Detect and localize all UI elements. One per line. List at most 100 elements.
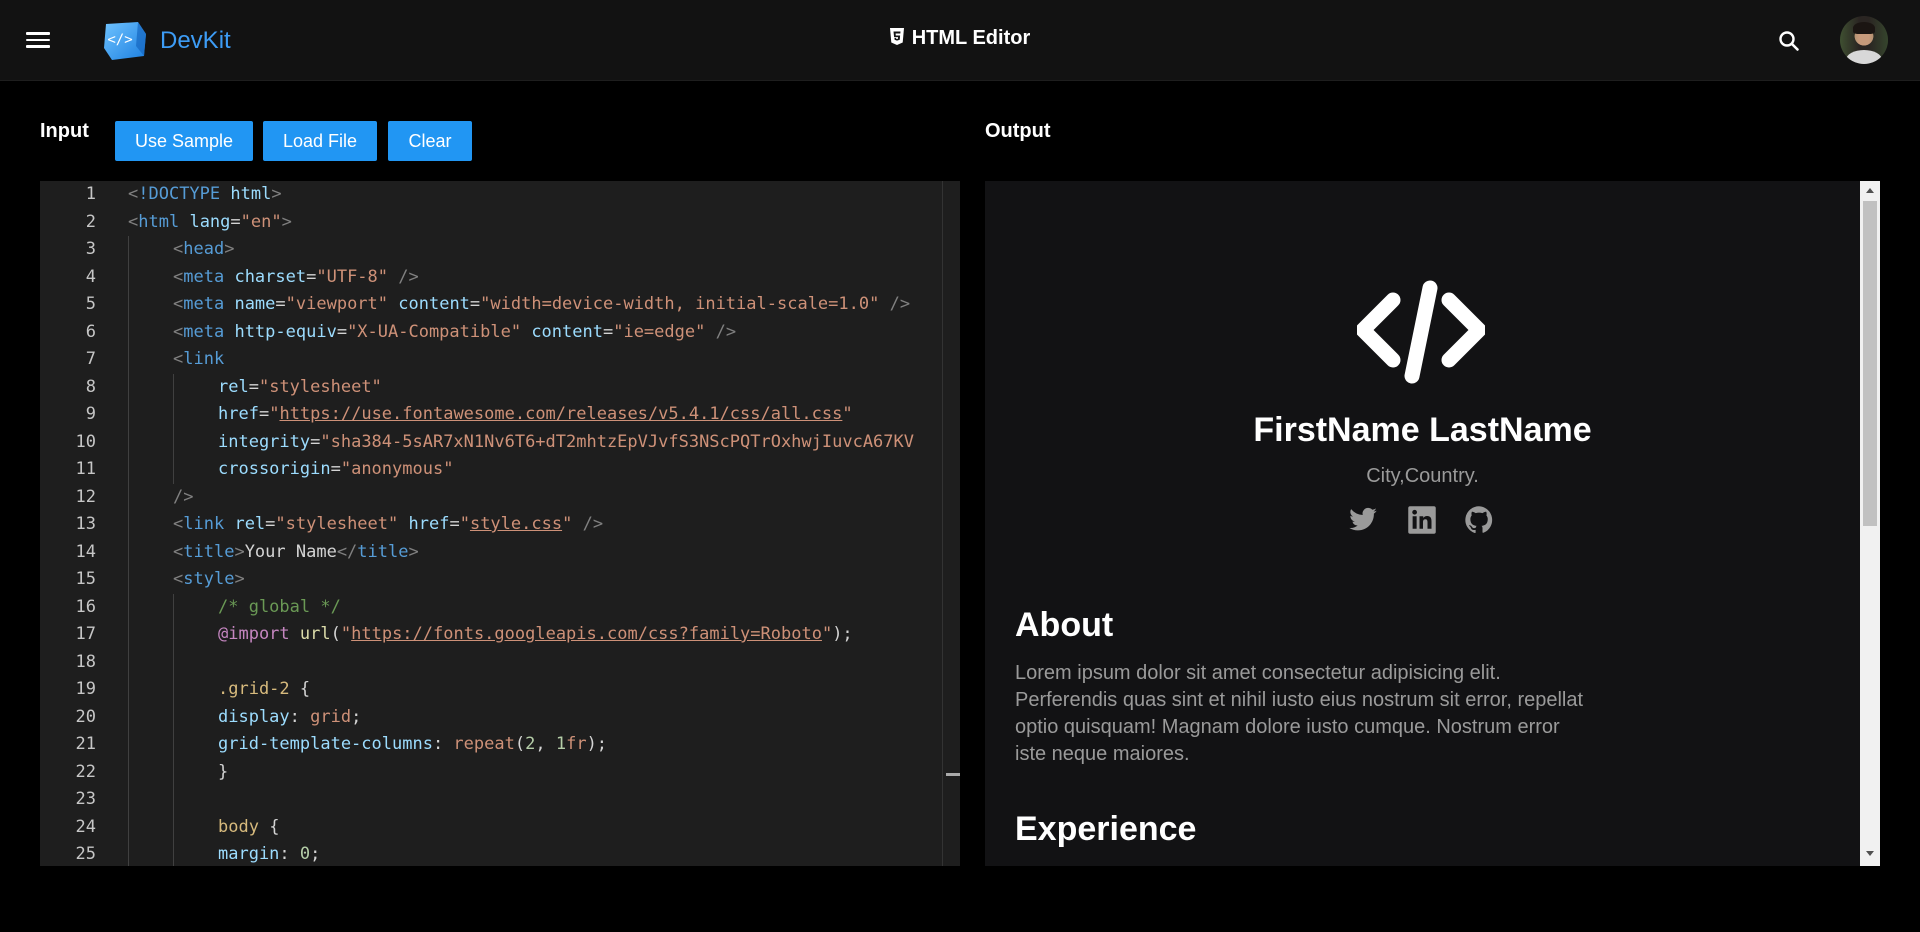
line-number: 5 xyxy=(85,294,96,314)
scroll-down-arrow-icon[interactable] xyxy=(1866,851,1874,856)
code-line[interactable]: 3 <head> xyxy=(40,236,960,264)
html5-icon xyxy=(889,28,904,45)
line-number: 19 xyxy=(75,679,96,699)
indent-guide xyxy=(128,511,129,539)
code-text: .grid-2 { xyxy=(218,679,311,699)
line-number: 22 xyxy=(75,761,96,782)
twitter-icon[interactable] xyxy=(1348,505,1378,535)
code-line[interactable]: 25 margin: 0; xyxy=(40,841,960,866)
line-number: 16 xyxy=(75,596,96,617)
code-text: <link rel="stylesheet" href="style.css" … xyxy=(173,514,604,534)
indent-guide xyxy=(128,758,129,786)
code-line[interactable]: 23 xyxy=(40,786,960,814)
code-text: body { xyxy=(218,816,280,837)
code-line[interactable]: 20 display: grid; xyxy=(40,703,960,731)
code-text: /> xyxy=(173,486,194,507)
code-line[interactable]: 4 <meta charset="UTF-8" /> xyxy=(40,263,960,291)
code-line[interactable]: 21 grid-template-columns: repeat(2, 1fr); xyxy=(40,731,960,759)
indent-guide xyxy=(173,593,174,621)
line-number: 2 xyxy=(85,211,96,232)
indent-guide xyxy=(128,483,129,511)
about-text: Lorem ipsum dolor sit amet consectetur a… xyxy=(1015,662,1584,765)
line-number: 3 xyxy=(85,239,96,259)
scrollbar-thumb[interactable] xyxy=(1863,201,1877,526)
clear-button[interactable]: Clear xyxy=(388,121,472,161)
indent-guide xyxy=(128,786,129,814)
line-number: 12 xyxy=(75,486,96,507)
code-line[interactable]: 18 xyxy=(40,648,960,676)
indent-guide xyxy=(128,236,129,264)
indent-guide xyxy=(173,813,174,841)
code-logo-icon xyxy=(1357,280,1485,384)
code-line[interactable]: 19 .grid-2 { xyxy=(40,676,960,704)
code-text: integrity="sha384-5sAR7xN1Nv6T6+dT2mhtzE… xyxy=(218,431,914,452)
code-line[interactable]: 13 <link rel="stylesheet" href="style.css… xyxy=(40,511,960,539)
indent-guide xyxy=(128,263,129,291)
line-number: 15 xyxy=(75,569,96,589)
linkedin-icon[interactable] xyxy=(1407,505,1437,535)
code-text: <head> xyxy=(173,239,235,259)
code-line[interactable]: 5 <meta name="viewport" content="width=de… xyxy=(40,291,960,319)
code-text: <meta http-equiv="X-UA-Compatible" conte… xyxy=(173,321,737,342)
github-icon[interactable] xyxy=(1464,505,1494,535)
code-line[interactable]: 17 @import url("https://fonts.googleapis.… xyxy=(40,621,960,649)
indent-guide xyxy=(128,428,129,456)
use-sample-button[interactable]: Use Sample xyxy=(115,121,253,161)
indent-guide xyxy=(173,786,174,814)
code-line[interactable]: 11 crossorigin="anonymous" xyxy=(40,456,960,484)
output-scrollbar[interactable] xyxy=(1860,181,1880,866)
code-line[interactable]: 15 <style> xyxy=(40,566,960,594)
line-number: 11 xyxy=(75,459,96,479)
indent-guide xyxy=(173,703,174,731)
load-file-button[interactable]: Load File xyxy=(263,121,377,161)
editor-scrollbar[interactable] xyxy=(942,181,960,866)
code-line[interactable]: 14 <title>Your Name</title> xyxy=(40,538,960,566)
code-line[interactable]: 24 body { xyxy=(40,813,960,841)
code-text: href="https://use.fontawesome.com/releas… xyxy=(218,404,853,424)
code-line[interactable]: 7 <link xyxy=(40,346,960,374)
code-text: /* global */ xyxy=(218,596,341,617)
line-number: 21 xyxy=(75,734,96,754)
indent-guide xyxy=(173,841,174,866)
code-line[interactable]: 6 <meta http-equiv="X-UA-Compatible" cont… xyxy=(40,318,960,346)
line-number: 14 xyxy=(75,541,96,562)
page-title: HTML Editor xyxy=(0,27,1920,50)
indent-guide xyxy=(173,731,174,759)
code-text: margin: 0; xyxy=(218,844,321,864)
code-text: @import url("https://fonts.googleapis.co… xyxy=(218,624,853,644)
code-text: <link xyxy=(173,349,225,369)
indent-guide xyxy=(128,318,129,346)
output-label: Output xyxy=(985,120,1051,142)
code-line[interactable]: 9 href="https://use.fontawesome.com/relea… xyxy=(40,401,960,429)
avatar[interactable] xyxy=(1840,16,1888,64)
indent-guide xyxy=(128,538,129,566)
code-line[interactable]: 2 <html lang="en"> xyxy=(40,209,960,237)
code-line[interactable]: 12 /> xyxy=(40,483,960,511)
experience-heading: Experience xyxy=(1015,810,1197,848)
indent-guide xyxy=(128,648,129,676)
code-editor[interactable]: 25 margin: 0; 24 body {23 22} 21 grid-template… xyxy=(40,181,960,866)
about-heading: About xyxy=(1015,606,1114,644)
code-text: } xyxy=(218,761,229,782)
indent-guide xyxy=(128,566,129,594)
code-line[interactable]: 16 /* global */ xyxy=(40,593,960,621)
code-text: <title>Your Name</title> xyxy=(173,541,419,562)
code-line[interactable]: 8 rel="stylesheet" xyxy=(40,373,960,401)
code-line[interactable]: 22} xyxy=(40,758,960,786)
code-text: grid-template-columns: repeat(2, 1fr); xyxy=(218,734,608,754)
code-line[interactable]: 1 <!DOCTYPE html> xyxy=(40,181,960,209)
code-line[interactable]: 10 integrity="sha384-5sAR7xN1Nv6T6+dT2mht… xyxy=(40,428,960,456)
search-icon[interactable] xyxy=(1776,28,1802,54)
preview-name: FirstName LastName xyxy=(1253,411,1592,449)
line-number: 13 xyxy=(75,514,96,534)
scroll-up-arrow-icon[interactable] xyxy=(1866,188,1874,193)
top-app-bar: </> DevKit HTML Editor xyxy=(0,0,1920,81)
line-number: 1 xyxy=(85,184,96,204)
indent-guide xyxy=(128,621,129,649)
indent-guide xyxy=(173,621,174,649)
indent-guide xyxy=(128,456,129,484)
code-text: <meta name="viewport" content="width=dev… xyxy=(173,294,911,314)
line-number: 23 xyxy=(75,789,96,809)
indent-guide xyxy=(173,373,174,401)
line-number: 24 xyxy=(75,816,96,837)
